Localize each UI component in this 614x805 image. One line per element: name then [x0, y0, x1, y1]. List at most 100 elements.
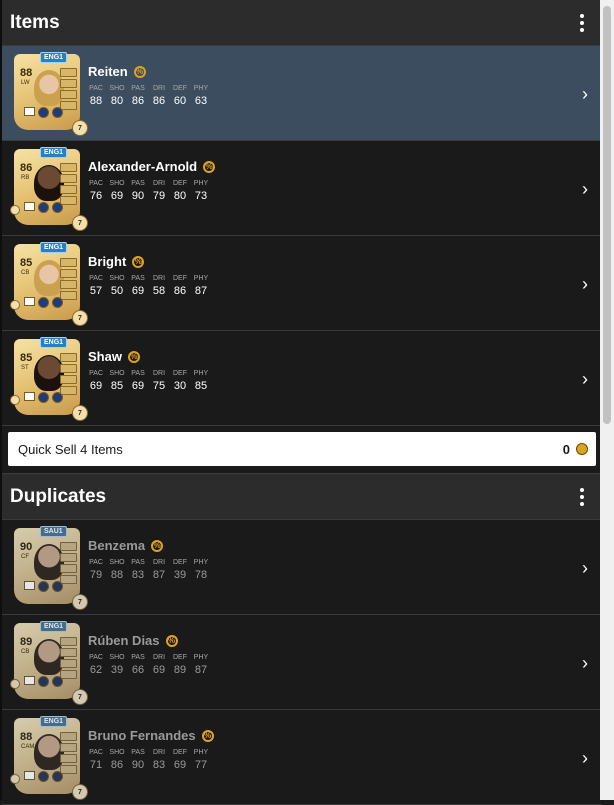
duplicates-menu-kebab-icon[interactable] — [574, 484, 590, 510]
item-row-reiten[interactable]: ENG1 88 LW 7 Reiten% PAC 88 SHO 80 PAS 86 D… — [2, 46, 602, 141]
playstyle-tags — [60, 258, 77, 300]
items-menu-kebab-icon[interactable] — [574, 10, 590, 36]
player-stats: PAC 69 SHO 85 PAS 69 DRI 75 DEF 30 PHY 85 — [88, 370, 209, 392]
chemistry-badge: 7 — [72, 784, 88, 800]
stat-value: 69 — [110, 190, 124, 202]
quick-sell-button[interactable]: Quick Sell 4 Items 0 — [8, 432, 596, 466]
card-rating: 86 — [20, 162, 33, 174]
chevron-right-icon[interactable]: › — [582, 654, 588, 672]
playstyle-tags — [60, 732, 77, 774]
nation-flag-icon — [24, 202, 35, 211]
stat-value: 39 — [173, 569, 187, 581]
stat-value: 30 — [173, 380, 187, 392]
nation-flag-icon — [24, 771, 35, 780]
player-name: Bright — [88, 254, 127, 269]
league-logo-icon — [38, 107, 49, 118]
player-info: Bruno Fernandes% PAC 71 SHO 86 PAS 90 DRI 83… — [88, 728, 214, 771]
nation-club-badges — [24, 392, 63, 403]
league-logo-icon — [38, 297, 49, 308]
stat-value: 79 — [89, 569, 103, 581]
club-badge-icon — [52, 392, 63, 403]
chevron-right-icon[interactable]: › — [582, 749, 588, 767]
card-rating: 85 — [20, 257, 33, 269]
evo-marker-icon — [10, 679, 20, 689]
stat-value: 86 — [173, 285, 187, 297]
nation-flag-icon — [24, 581, 35, 590]
stat-label: PHY — [193, 749, 209, 756]
stat-label: SHO — [109, 559, 125, 566]
stat-label: PAS — [131, 654, 145, 661]
card-rating: 85 — [20, 352, 33, 364]
stat-value: 69 — [89, 380, 103, 392]
player-card: SAU1 90 CF 7 — [14, 526, 88, 610]
player-name: Bruno Fernandes — [88, 728, 196, 743]
stat-label: DRI — [152, 654, 166, 661]
duplicate-row-benzema[interactable]: SAU1 90 CF 7 Benzema% PAC 79 SHO 88 PAS 83 … — [2, 520, 602, 615]
card-rating: 88 — [20, 67, 33, 79]
duplicate-row-ruben-dias[interactable]: ENG1 89 CB 7 Rúben Dias% PAC 62 SHO 39 PAS… — [2, 615, 602, 710]
league-badge: ENG1 — [40, 52, 68, 63]
quick-sell-area: Quick Sell 4 Items 0 — [2, 426, 602, 474]
chemistry-badge: 7 — [72, 215, 88, 231]
nation-flag-icon — [24, 676, 35, 685]
stat-label: PAC — [89, 559, 103, 566]
stat-label: DEF — [173, 180, 187, 187]
stat-label: SHO — [109, 180, 125, 187]
player-info: Reiten% PAC 88 SHO 80 PAS 86 DRI 86 DEF 60 PH… — [88, 64, 209, 107]
chevron-right-icon[interactable]: › — [582, 559, 588, 577]
league-logo-icon — [38, 676, 49, 687]
league-badge: ENG1 — [40, 147, 68, 158]
player-stats: PAC 57 SHO 50 PAS 69 DRI 58 DEF 86 PHY 87 — [88, 275, 209, 297]
stat-label: PAC — [89, 275, 103, 282]
stat-label: SHO — [109, 275, 125, 282]
player-stats: PAC 62 SHO 39 PAS 66 DRI 69 DEF 89 PHY 87 — [88, 654, 209, 676]
club-badge-icon — [52, 771, 63, 782]
item-row-shaw[interactable]: ENG1 85 ST 7 Shaw% PAC 69 SHO 85 PAS 69 DRI… — [2, 331, 602, 426]
player-name: Rúben Dias — [88, 633, 160, 648]
stat-label: PAS — [131, 749, 145, 756]
stat-label: PHY — [193, 275, 209, 282]
stat-label: DEF — [173, 654, 187, 661]
scrollbar-thumb[interactable] — [603, 6, 611, 424]
league-logo-icon — [38, 771, 49, 782]
nation-club-badges — [24, 581, 63, 592]
stat-value: 73 — [194, 190, 208, 202]
player-stats: PAC 79 SHO 88 PAS 83 DRI 87 DEF 39 PHY 78 — [88, 559, 209, 581]
nation-flag-icon — [24, 107, 35, 116]
stat-label: PHY — [193, 180, 209, 187]
evolution-icon: % — [151, 539, 164, 552]
player-card: ENG1 88 CAM 7 — [10, 716, 88, 800]
chevron-right-icon[interactable]: › — [582, 370, 588, 388]
stat-value: 87 — [194, 285, 208, 297]
card-position: CB — [21, 649, 30, 655]
item-row-bright[interactable]: ENG1 85 CB 7 Bright% PAC 57 SHO 50 PAS 69 D… — [2, 236, 602, 331]
stat-label: PAS — [131, 370, 145, 377]
nation-club-badges — [24, 297, 63, 308]
stat-value: 86 — [152, 95, 166, 107]
stat-label: PHY — [193, 370, 209, 377]
club-badge-icon — [52, 202, 63, 213]
stat-value: 79 — [152, 190, 166, 202]
card-position: ST — [21, 365, 29, 371]
chevron-right-icon[interactable]: › — [582, 180, 588, 198]
nation-flag-icon — [24, 392, 35, 401]
evo-marker-icon — [10, 774, 20, 784]
quick-sell-value-group: 0 — [563, 442, 588, 457]
chemistry-badge: 7 — [72, 689, 88, 705]
player-info: Bright% PAC 57 SHO 50 PAS 69 DRI 58 DEF 86 PH… — [88, 254, 209, 297]
stat-label: DEF — [173, 370, 187, 377]
stat-label: DRI — [152, 559, 166, 566]
item-row-alexander-arnold[interactable]: ENG1 86 RB 7 Alexander-Arnold% PAC 76 SHO… — [2, 141, 602, 236]
club-badge-icon — [52, 581, 63, 592]
stat-value: 80 — [173, 190, 187, 202]
playstyle-tags — [60, 353, 77, 395]
chemistry-badge: 7 — [72, 594, 88, 610]
stat-value: 69 — [173, 759, 187, 771]
duplicate-row-bruno-fernandes[interactable]: ENG1 88 CAM 7 Bruno Fernandes% PAC 71 SHO… — [2, 710, 602, 805]
chevron-right-icon[interactable]: › — [582, 85, 588, 103]
chevron-right-icon[interactable]: › — [582, 275, 588, 293]
stat-value: 57 — [89, 285, 103, 297]
league-badge: ENG1 — [40, 337, 68, 348]
items-section-header: Items — [2, 0, 602, 46]
stat-label: PAS — [131, 275, 145, 282]
